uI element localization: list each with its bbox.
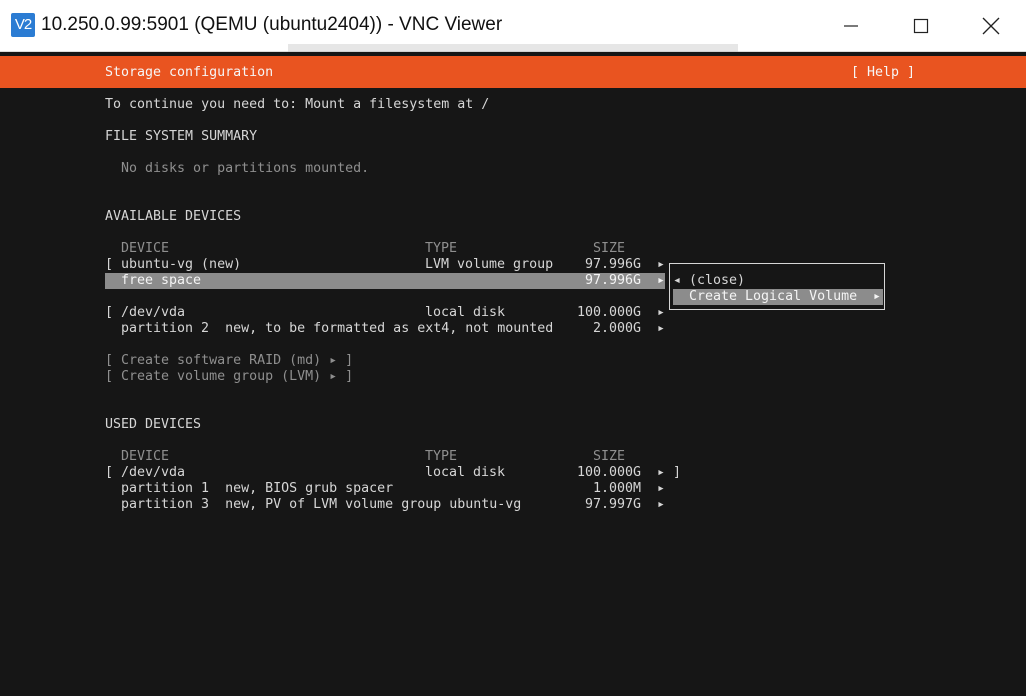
create-logical-volume-arrow-icon: ▸: [873, 289, 882, 304]
used-col-size: SIZE: [593, 449, 626, 464]
row-device: partition 1 new, BIOS grub spacer: [121, 481, 394, 496]
row-type: local disk: [425, 305, 506, 320]
maximize-icon: [913, 18, 929, 34]
row-arrow-icon[interactable]: ▸: [657, 497, 665, 513]
used-col-device: DEVICE: [121, 449, 170, 464]
close-icon: [982, 17, 1000, 35]
title-bar-overlay-strip: [288, 44, 738, 52]
maximize-button[interactable]: [886, 4, 956, 48]
window-title: 10.250.0.99:5901 (QEMU (ubuntu2404)) - V…: [41, 14, 503, 35]
row-type: local disk: [425, 465, 506, 480]
fs-summary-heading: FILE SYSTEM SUMMARY: [105, 129, 258, 144]
row-size: 2.000G: [593, 321, 642, 336]
minimize-button[interactable]: [816, 4, 886, 48]
available-col-size: SIZE: [593, 241, 626, 256]
help-button[interactable]: [ Help ]: [851, 65, 915, 81]
popup-close-item[interactable]: ◂ (close): [673, 273, 745, 289]
row-type: LVM volume group: [425, 257, 554, 272]
available-col-type: TYPE: [425, 241, 458, 256]
available-devices-heading: AVAILABLE DEVICES: [105, 209, 242, 224]
row-arrow-icon[interactable]: ▸: [657, 305, 665, 321]
vnc-app-icon: V2: [11, 13, 35, 37]
create-raid-button[interactable]: [ Create software RAID (md) ▸ ]: [105, 353, 353, 369]
row-arrow-icon[interactable]: ▸: [657, 321, 665, 337]
row-size: 97.997G: [585, 497, 642, 512]
create-logical-volume-item[interactable]: Create Logical Volume: [689, 289, 857, 305]
close-button[interactable]: [956, 4, 1026, 48]
row-device: free space: [121, 273, 202, 288]
row-size: 100.000G: [577, 305, 642, 320]
row-size: 97.996G: [585, 273, 642, 288]
row-device: partition 2 new, to be formatted as ext4…: [121, 321, 554, 336]
row-arrow-icon[interactable]: ▸ ]: [657, 465, 681, 481]
row-size: 1.000M: [593, 481, 642, 496]
row-arrow-icon[interactable]: ▸: [657, 273, 665, 289]
vnc-viewer-window: V2 10.250.0.99:5901 (QEMU (ubuntu2404)) …: [0, 0, 1026, 696]
screen-title: Storage configuration: [105, 65, 274, 80]
installer-screen[interactable]: Storage configuration [ Help ] To contin…: [0, 56, 1026, 696]
row-size: 97.996G: [585, 257, 642, 272]
used-devices-heading: USED DEVICES: [105, 417, 202, 432]
fs-summary-empty: No disks or partitions mounted.: [121, 161, 370, 176]
used-col-type: TYPE: [425, 449, 458, 464]
row-arrow-icon[interactable]: ▸: [657, 257, 665, 273]
row-device: /dev/vda: [121, 465, 186, 480]
title-bar[interactable]: V2 10.250.0.99:5901 (QEMU (ubuntu2404)) …: [0, 0, 1026, 52]
row-device: partition 3 new, PV of LVM volume group …: [121, 497, 522, 512]
create-vg-button[interactable]: [ Create volume group (LVM) ▸ ]: [105, 369, 353, 385]
available-col-device: DEVICE: [121, 241, 170, 256]
row-size: 100.000G: [577, 465, 642, 480]
prompt-text: To continue you need to: Mount a filesys…: [105, 97, 490, 112]
row-bracket: [: [105, 257, 114, 272]
row-bracket: [: [105, 305, 114, 320]
row-device: /dev/vda: [121, 305, 186, 320]
row-device: ubuntu-vg (new): [121, 257, 242, 272]
row-arrow-icon[interactable]: ▸: [657, 481, 665, 497]
minimize-icon: [844, 25, 858, 27]
row-bracket: [: [105, 465, 114, 480]
